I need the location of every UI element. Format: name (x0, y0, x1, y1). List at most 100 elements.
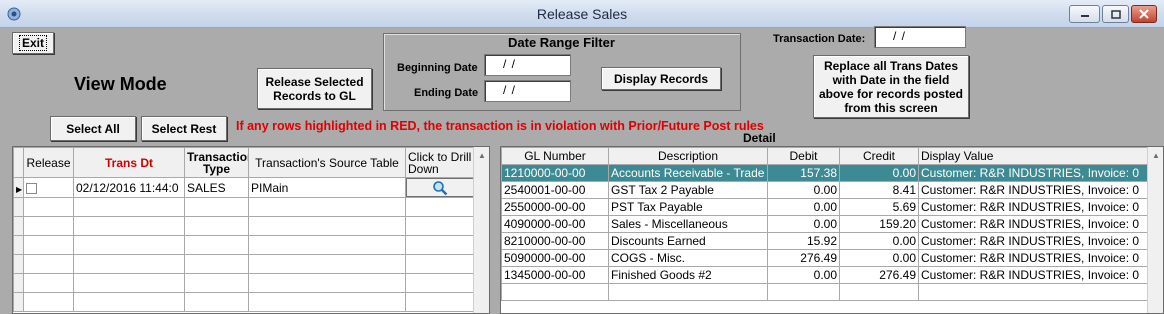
debit-cell[interactable]: 0.00 (767, 266, 840, 284)
debit-cell[interactable]: 0.00 (767, 215, 840, 233)
transaction-date-field[interactable]: / / (874, 26, 966, 48)
select-all-button[interactable]: Select All (50, 116, 136, 141)
detail-grid-scrollbar[interactable]: ▲ (1147, 147, 1163, 313)
release-selected-button[interactable]: Release Selected Records to GL (257, 68, 372, 109)
beginning-date-label: Beginning Date (397, 62, 478, 74)
close-icon (1139, 9, 1149, 19)
transactions-grid[interactable]: Release Trans Dt Transaction Type Transa… (12, 146, 490, 314)
table-row[interactable]: 1345000-00-00 Finished Goods #2 0.00 276… (501, 266, 1148, 284)
credit-cell[interactable]: 8.41 (839, 181, 919, 199)
credit-cell[interactable]: 5.69 (839, 198, 919, 216)
display-value-cell[interactable]: Customer: R&R INDUSTRIES, Invoice: 0 (918, 232, 1148, 250)
gl-number-cell[interactable]: 5090000-00-00 (501, 249, 609, 267)
select-rest-button[interactable]: Select Rest (141, 116, 227, 141)
replace-trans-dates-button[interactable]: Replace all Trans Dates with Date in the… (813, 55, 969, 118)
maximize-icon (1110, 9, 1121, 19)
table-row[interactable]: 2550000-00-00 PST Tax Payable 0.00 5.69 … (501, 198, 1148, 216)
release-cell[interactable] (23, 177, 74, 198)
description-cell[interactable]: Finished Goods #2 (608, 266, 768, 284)
display-value-cell[interactable]: Customer: R&R INDUSTRIES, Invoice: 0 (918, 249, 1148, 267)
description-cell[interactable]: COGS - Misc. (608, 249, 768, 267)
credit-cell[interactable]: 0.00 (839, 164, 919, 182)
credit-cell[interactable]: 0.00 (839, 232, 919, 250)
gl-number-cell[interactable]: 8210000-00-00 (501, 232, 609, 250)
column-header-credit[interactable]: Credit (839, 147, 919, 165)
description-cell[interactable]: GST Tax 2 Payable (608, 181, 768, 199)
trans-dt-cell[interactable]: 02/12/2016 11:44:0 (73, 177, 185, 198)
table-row[interactable] (13, 292, 475, 312)
drill-down-button[interactable] (406, 178, 474, 197)
minimize-button[interactable] (1069, 5, 1100, 23)
description-cell[interactable]: Discounts Earned (608, 232, 768, 250)
magnifier-icon (433, 180, 448, 195)
exit-button-label: Exit (18, 35, 47, 51)
gl-number-cell[interactable]: 4090000-00-00 (501, 215, 609, 233)
debit-cell[interactable]: 15.92 (767, 232, 840, 250)
minimize-icon (1080, 15, 1089, 17)
left-grid-scrollbar[interactable]: ▲ (473, 147, 489, 313)
debit-cell[interactable]: 0.00 (767, 181, 840, 199)
table-row[interactable]: 2540001-00-00 GST Tax 2 Payable 0.00 8.4… (501, 181, 1148, 199)
description-cell[interactable]: PST Tax Payable (608, 198, 768, 216)
display-value-cell[interactable]: Customer: R&R INDUSTRIES, Invoice: 0 (918, 266, 1148, 284)
scroll-up-icon[interactable]: ▲ (1148, 147, 1163, 163)
column-header-debit[interactable]: Debit (767, 147, 840, 165)
table-row[interactable]: ▶ 02/12/2016 11:44:0 SALES PIMain (13, 177, 475, 198)
table-row[interactable] (13, 273, 475, 293)
description-cell[interactable]: Sales - Miscellaneous (608, 215, 768, 233)
table-row[interactable]: 1210000-00-00 Accounts Receivable - Trad… (501, 164, 1148, 182)
drill-down-cell[interactable] (405, 177, 475, 198)
display-value-cell[interactable]: Customer: R&R INDUSTRIES, Invoice: 0 (918, 164, 1148, 182)
credit-cell[interactable]: 159.20 (839, 215, 919, 233)
transaction-type-cell[interactable]: SALES (184, 177, 249, 198)
source-table-cell[interactable]: PIMain (248, 177, 406, 198)
table-row[interactable]: 8210000-00-00 Discounts Earned 15.92 0.0… (501, 232, 1148, 250)
table-row[interactable] (13, 216, 475, 236)
gl-number-cell[interactable]: 1345000-00-00 (501, 266, 609, 284)
display-value-cell[interactable]: Customer: R&R INDUSTRIES, Invoice: 0 (918, 215, 1148, 233)
ending-date-field[interactable]: / / (484, 80, 571, 102)
beginning-date-field[interactable]: / / (484, 54, 571, 76)
maximize-button[interactable] (1102, 5, 1129, 23)
release-checkbox[interactable] (26, 182, 37, 194)
table-row[interactable] (13, 254, 475, 274)
date-filter-title: Date Range Filter (508, 35, 615, 50)
table-row[interactable]: 4090000-00-00 Sales - Miscellaneous 0.00… (501, 215, 1148, 233)
column-header-transaction-type[interactable]: Transaction Type (184, 147, 249, 178)
display-records-button[interactable]: Display Records (601, 67, 721, 90)
window-title: Release Sales (536, 6, 628, 22)
credit-cell[interactable]: 276.49 (839, 266, 919, 284)
table-row[interactable]: 5090000-00-00 COGS - Misc. 276.49 0.00 C… (501, 249, 1148, 267)
title-bar[interactable]: Release Sales (0, 0, 1164, 28)
column-header-drill-down[interactable]: Click to Drill Down (405, 147, 475, 178)
table-row[interactable] (501, 283, 1148, 301)
warning-message: If any rows highlighted in RED, the tran… (236, 119, 764, 133)
scroll-up-icon[interactable]: ▲ (474, 147, 489, 163)
transaction-date-label: Transaction Date: (773, 33, 866, 45)
gl-number-cell[interactable]: 1210000-00-00 (501, 164, 609, 182)
column-header-release[interactable]: Release (23, 147, 74, 178)
close-button[interactable] (1131, 5, 1157, 23)
table-row[interactable] (13, 197, 475, 217)
debit-cell[interactable]: 0.00 (767, 198, 840, 216)
credit-cell[interactable]: 0.00 (839, 249, 919, 267)
table-row[interactable] (13, 235, 475, 255)
detail-grid[interactable]: GL Number Description Debit Credit Displ… (500, 146, 1164, 314)
current-row-marker-icon: ▶ (13, 177, 24, 198)
row-selector-header (13, 147, 24, 178)
column-header-display-value[interactable]: Display Value (918, 147, 1148, 165)
ending-date-label: Ending Date (414, 87, 479, 99)
gl-number-cell[interactable]: 2550000-00-00 (501, 198, 609, 216)
column-header-gl-number[interactable]: GL Number (501, 147, 609, 165)
gl-number-cell[interactable]: 2540001-00-00 (501, 181, 609, 199)
column-header-trans-dt[interactable]: Trans Dt (73, 147, 185, 178)
debit-cell[interactable]: 157.38 (767, 164, 840, 182)
debit-cell[interactable]: 276.49 (767, 249, 840, 267)
column-header-description[interactable]: Description (608, 147, 768, 165)
description-cell[interactable]: Accounts Receivable - Trade (608, 164, 768, 182)
display-value-cell[interactable]: Customer: R&R INDUSTRIES, Invoice: 0 (918, 181, 1148, 199)
release-sales-window: Release Sales Exit View Mode Release Sel… (0, 0, 1164, 314)
exit-button[interactable]: Exit (12, 32, 54, 54)
column-header-source-table[interactable]: Transaction's Source Table (248, 147, 406, 178)
display-value-cell[interactable]: Customer: R&R INDUSTRIES, Invoice: 0 (918, 198, 1148, 216)
